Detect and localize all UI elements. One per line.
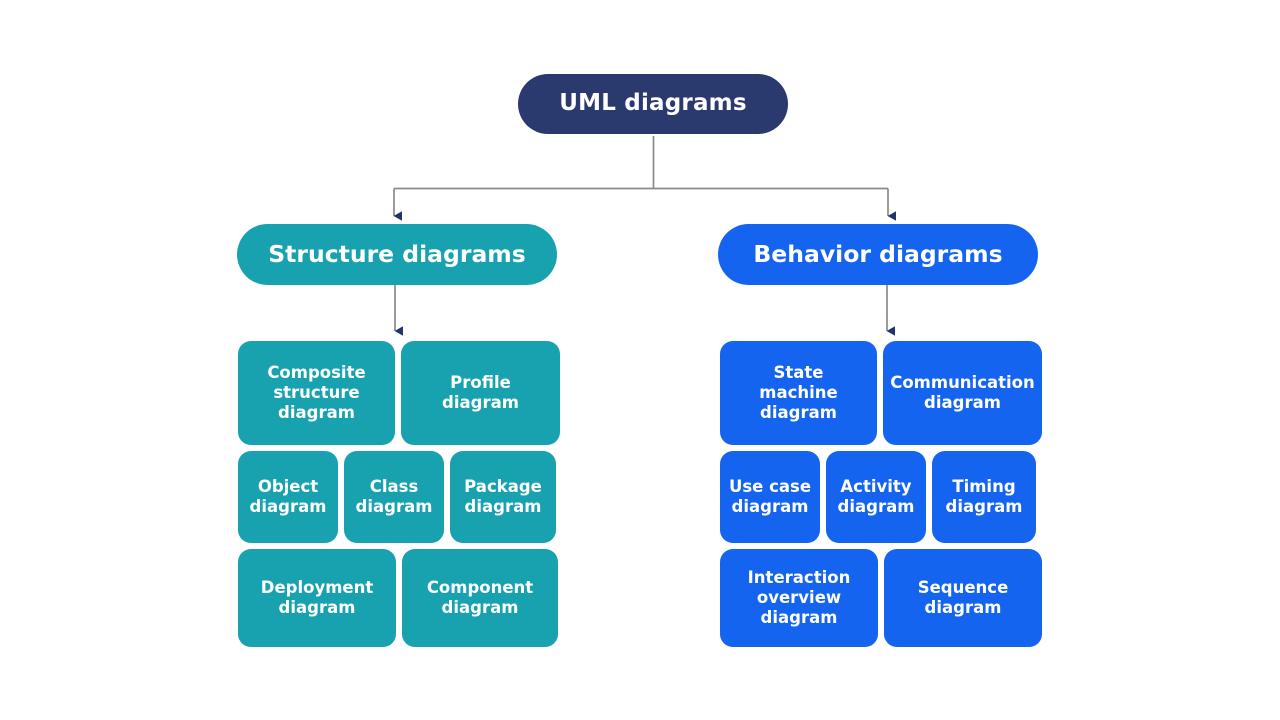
node-behavior-diagrams-label: Behavior diagrams [753,239,1003,268]
node-component-diagram[interactable]: Component diagram [402,549,558,647]
node-sequence-diagram[interactable]: Sequence diagram [884,549,1042,647]
node-profile-diagram[interactable]: Profile diagram [401,341,560,445]
node-behavior-diagrams[interactable]: Behavior diagrams [718,224,1038,285]
node-structure-diagrams-label: Structure diagrams [268,239,526,268]
node-uml-diagrams[interactable]: UML diagrams [518,74,788,134]
structure-row-1: Composite structure diagram Profile diag… [238,341,562,445]
node-package-diagram[interactable]: Package diagram [450,451,556,543]
behavior-row-2: Use case diagram Activity diagram Timing… [720,451,1042,543]
node-use-case-diagram[interactable]: Use case diagram [720,451,820,543]
node-state-machine-diagram[interactable]: State machine diagram [720,341,877,445]
node-uml-diagrams-label: UML diagrams [559,90,747,117]
node-communication-diagram[interactable]: Communication diagram [883,341,1042,445]
node-activity-diagram[interactable]: Activity diagram [826,451,926,543]
behavior-row-1: State machine diagram Communication diag… [720,341,1042,445]
structure-row-3: Deployment diagram Component diagram [238,549,562,647]
node-deployment-diagram[interactable]: Deployment diagram [238,549,396,647]
behavior-diagram-group: State machine diagram Communication diag… [720,341,1042,647]
node-structure-diagrams[interactable]: Structure diagrams [237,224,557,285]
node-timing-diagram[interactable]: Timing diagram [932,451,1036,543]
structure-diagram-group: Composite structure diagram Profile diag… [238,341,562,647]
diagram-canvas: UML diagrams Structure diagrams Behavior… [0,0,1280,720]
structure-row-2: Object diagram Class diagram Package dia… [238,451,562,543]
node-composite-structure-diagram[interactable]: Composite structure diagram [238,341,395,445]
node-interaction-overview-diagram[interactable]: Interaction overview diagram [720,549,878,647]
node-class-diagram[interactable]: Class diagram [344,451,444,543]
behavior-row-3: Interaction overview diagram Sequence di… [720,549,1042,647]
node-object-diagram[interactable]: Object diagram [238,451,338,543]
